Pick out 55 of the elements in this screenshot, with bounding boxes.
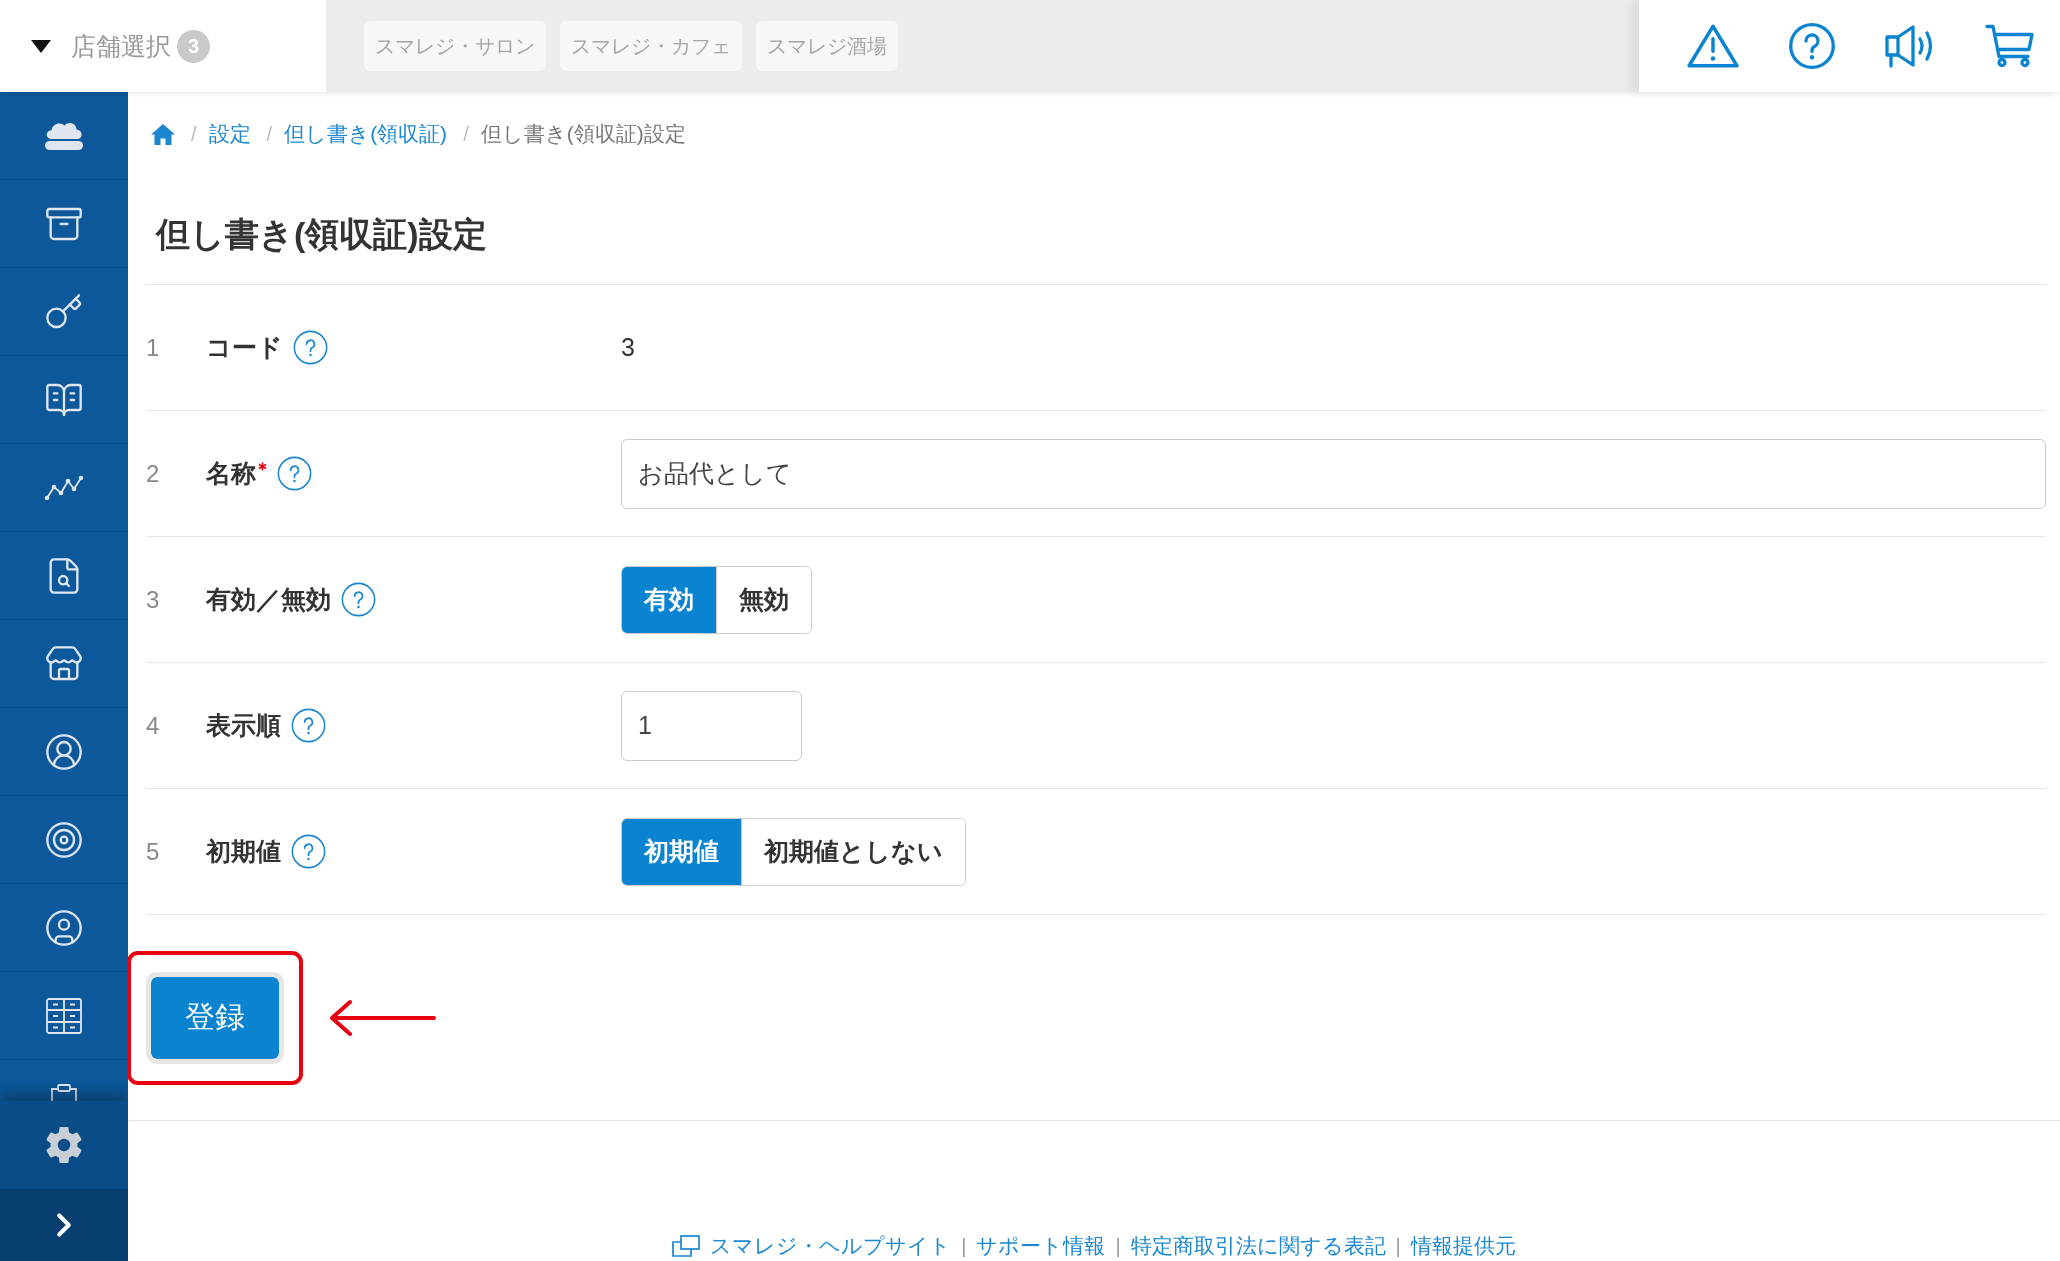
store-tab[interactable]: スマレジ・サロン: [364, 21, 546, 71]
help-icon[interactable]: [341, 582, 376, 617]
help-icon[interactable]: [293, 330, 328, 365]
store-tab[interactable]: スマレジ・カフェ: [560, 21, 742, 71]
toggle-option[interactable]: 無効: [716, 566, 811, 633]
page-title: 但し書き(領収証)設定: [156, 214, 487, 255]
row-number: 5: [146, 837, 160, 866]
footer-separator: |: [961, 1234, 967, 1258]
warning-icon[interactable]: [1686, 23, 1739, 69]
field-label: コード: [206, 332, 283, 363]
footer-separator: |: [1115, 1234, 1121, 1258]
cloud-icon[interactable]: [42, 120, 86, 151]
home-icon[interactable]: [151, 123, 175, 145]
help-icon[interactable]: [291, 708, 326, 743]
breadcrumb-link[interactable]: 但し書き(領収証): [284, 120, 448, 148]
field-label: 初期値: [206, 836, 281, 867]
row-number: 3: [146, 585, 160, 614]
field-label: 表示順: [206, 710, 281, 741]
breadcrumb-link[interactable]: 設定: [208, 120, 251, 148]
row-number: 1: [146, 333, 160, 362]
toggle-option[interactable]: 初期値としない: [741, 818, 965, 885]
user-icon[interactable]: [44, 907, 84, 948]
breadcrumb-separator: /: [191, 122, 197, 146]
target-icon[interactable]: [44, 819, 84, 860]
field-value: 3: [621, 333, 635, 362]
store-selector-label[interactable]: 店舗選択: [71, 29, 171, 63]
breadcrumb-separator: /: [266, 122, 273, 146]
number-field[interactable]: 1: [621, 690, 802, 761]
grid-icon[interactable]: [44, 995, 84, 1036]
help-icon[interactable]: [291, 834, 326, 869]
cart-icon[interactable]: [1985, 23, 2036, 69]
breadcrumb-current: 但し書き(領収証)設定: [480, 121, 686, 147]
footer-link[interactable]: 情報提供元: [1410, 1232, 1516, 1260]
text-field[interactable]: お品代として: [621, 438, 2046, 509]
caret-icon[interactable]: [31, 39, 51, 53]
field-label: 名称: [206, 458, 256, 489]
field-label: 有効／無効: [206, 584, 331, 615]
user-circle-icon[interactable]: [44, 731, 84, 772]
line-chart-icon[interactable]: [44, 474, 84, 501]
footer-link[interactable]: スマレジ・ヘルプサイト: [710, 1232, 952, 1260]
footer-separator: |: [1395, 1234, 1401, 1258]
help-icon[interactable]: [1788, 23, 1835, 69]
clipboard-icon[interactable]: [50, 1084, 78, 1101]
toggle-option[interactable]: 初期値: [622, 818, 741, 885]
left-arrow-icon: [328, 998, 436, 1037]
settings-icon[interactable]: [44, 1125, 84, 1165]
help-icon[interactable]: [277, 456, 312, 491]
toggle-option[interactable]: 有効: [622, 566, 716, 633]
row-number: 2: [146, 459, 160, 488]
footer-link[interactable]: 特定商取引法に関する表記: [1130, 1232, 1386, 1260]
register-button[interactable]: 登録: [146, 971, 284, 1064]
breadcrumb-separator: /: [463, 122, 469, 146]
footer-link[interactable]: サポート情報: [976, 1232, 1106, 1260]
store-tab[interactable]: スマレジ酒場: [756, 21, 898, 71]
row-number: 4: [146, 711, 160, 740]
